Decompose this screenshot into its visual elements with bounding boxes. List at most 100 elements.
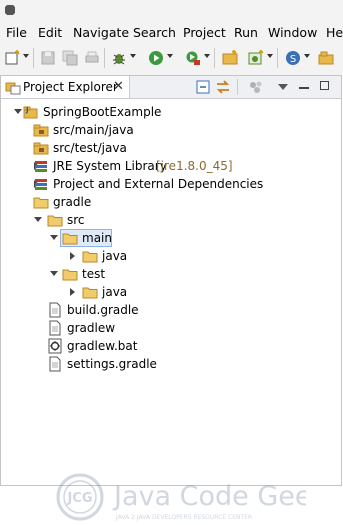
watermark-tagline: JAVA 2 JAVA DEVELOPERS RESOURCE CENTER [115,514,252,521]
folder-icon [82,284,98,300]
tree-item-label: src [67,213,85,227]
tree-item[interactable]: J SpringBootExample [1,103,341,121]
menu-edit[interactable]: Edit [38,25,62,40]
tree-item-label: main [82,231,112,245]
open-type-dropdown-arrow[interactable] [304,54,310,58]
tree-item[interactable]: test [1,265,341,283]
tree-item[interactable]: JRE System Library [jre1.8.0_45] [1,157,341,175]
toolbar-separator [33,48,34,68]
run-dropdown-arrow[interactable] [167,54,173,58]
svg-text:S: S [290,54,296,65]
main-toolbar: S [0,42,343,75]
menu-navigate[interactable]: Navigate [73,25,129,40]
close-icon[interactable]: ✕ [113,79,124,94]
menu-bar: File Edit Navigate Search Project Run Wi… [0,22,343,42]
debug-icon[interactable] [111,50,127,66]
expand-toggle-icon[interactable] [14,109,22,114]
file-icon [47,356,63,372]
project-explorer-view: Project Explorer ✕ J SpringBootExample src… [0,75,342,521]
tree-item[interactable]: src/test/java [1,139,341,157]
tree-item[interactable]: gradlew.bat [1,337,341,355]
folder-icon [47,212,63,228]
tree-item-label: gradlew.bat [67,339,138,353]
folder-icon [62,230,78,246]
menu-project[interactable]: Project [183,25,226,40]
menu-run[interactable]: Run [234,25,258,40]
new-class-dropdown-arrow[interactable] [267,54,273,58]
svg-text:J: J [25,106,29,114]
title-bar [0,0,343,22]
tree-item[interactable]: settings.gradle [1,355,341,373]
run-icon[interactable] [148,50,164,66]
tree-item-label: java [102,285,128,299]
tree-item-decoration: [jre1.8.0_45] [156,159,233,173]
library-icon [33,158,49,174]
tree-item-label: test [82,267,106,281]
tree-item-label: java [102,249,128,263]
tree-item[interactable]: gradle [1,193,341,211]
tree-item[interactable]: gradlew [1,319,341,337]
tree-item[interactable]: main [1,229,341,247]
open-task-icon[interactable] [318,50,334,66]
java-code-geeks-watermark: JCG Java Code Geeks JAVA 2 JAVA DEVELOPE… [56,473,306,521]
tree-item[interactable]: src [1,211,341,229]
debug-dropdown-arrow[interactable] [130,54,136,58]
save-all-icon[interactable] [62,50,78,66]
tree-item[interactable]: Project and External Dependencies [1,175,341,193]
new-java-class-icon[interactable] [248,50,264,66]
tree-item[interactable]: src/main/java [1,121,341,139]
folder-icon [82,248,98,264]
new-icon[interactable] [4,50,20,66]
tree-item[interactable]: java [1,247,341,265]
menu-file[interactable]: File [6,25,27,40]
tab-project-explorer[interactable]: Project Explorer ✕ [1,76,130,98]
toolbar-separator [104,48,105,68]
print-icon[interactable] [84,50,100,66]
tree-item-label: build.gradle [67,303,139,317]
link-with-editor-icon[interactable] [215,79,231,95]
tree-item-label: gradlew [67,321,116,335]
new-java-package-icon[interactable] [222,50,238,66]
tree-item[interactable]: java [1,283,341,301]
tree-item-label: Project and External Dependencies [53,177,264,191]
tree-item-label: settings.gradle [67,357,157,371]
tree-item[interactable]: build.gradle [1,301,341,319]
external-tools-dropdown-arrow[interactable] [204,54,210,58]
tree-item-label: SpringBootExample [43,105,162,119]
menu-window[interactable]: Window [268,25,317,40]
tree-item-label: src/main/java [53,123,134,137]
view-menu-icon[interactable] [278,84,288,90]
source-folder-icon [33,122,49,138]
tree-item-label: gradle [53,195,92,209]
menu-search[interactable]: Search [133,25,176,40]
view-toolbar-separator [237,79,238,95]
folder-icon [33,194,49,210]
toolbar-separator [277,48,278,68]
watermark-logo-text: JCG [66,491,92,506]
tree-item-label: src/test/java [53,141,127,155]
source-folder-icon [33,140,49,156]
expand-toggle-icon[interactable] [50,235,58,240]
collapse-toggle-icon[interactable] [70,288,75,296]
expand-toggle-icon[interactable] [50,271,58,276]
collapse-all-icon[interactable] [195,79,211,95]
open-type-icon[interactable]: S [285,50,301,66]
collapse-toggle-icon[interactable] [70,252,75,260]
folder-icon [62,266,78,282]
focus-on-active-task-icon[interactable] [248,79,264,95]
menu-help[interactable]: He [326,25,343,40]
maximize-icon[interactable] [320,81,329,90]
new-dropdown-arrow[interactable] [23,54,29,58]
external-tools-icon[interactable] [185,50,201,66]
project-explorer-icon [5,82,21,95]
java-project-icon: J [23,104,39,120]
file-icon [47,320,63,336]
eclipse-app-icon [5,5,15,15]
toolbar-separator [214,48,215,68]
tab-label: Project Explorer [23,80,118,94]
library-icon [33,176,49,192]
save-icon[interactable] [40,50,56,66]
bat-file-icon [47,338,63,354]
minimize-icon[interactable] [299,87,309,89]
expand-toggle-icon[interactable] [34,217,42,222]
